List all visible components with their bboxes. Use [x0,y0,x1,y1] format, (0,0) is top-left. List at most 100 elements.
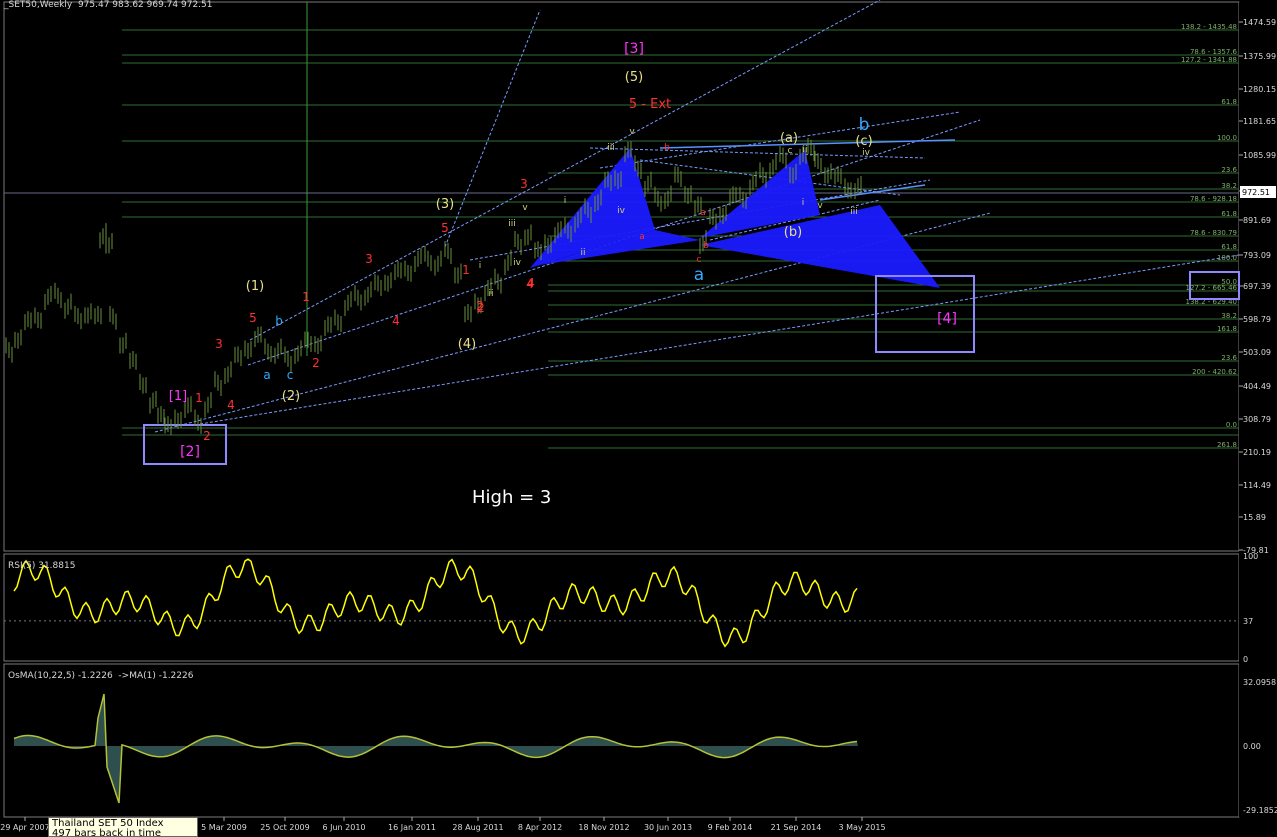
fib-level-label: 78.6 - 830.79 [1190,229,1237,237]
wave-label-small: a [700,208,706,218]
osma-histogram [14,694,858,803]
fib-level-label: 100.0 [1217,134,1237,142]
fib-level-label: 100.0 [1217,254,1237,262]
wave-label-yellow: (1) [246,279,264,294]
y-axis-tick-label: 210.19 [1243,448,1271,457]
wave-label-cyan: b [859,115,870,135]
wave-label-small: i [802,198,805,208]
current-price-label: 972.51 [1242,188,1270,197]
fib-level-label: 127.2 - 1341.88 [1181,56,1237,64]
x-axis-tick-label: 29 Apr 2007 [0,823,49,832]
fib-level-label: 61.8 [1221,98,1237,106]
wave-label-red: 5 [249,311,257,325]
wave-label-small: v [522,203,528,213]
wave-label-small: ii [802,145,807,155]
trend-line [199,254,1240,425]
x-axis-tick-label: 18 Nov 2012 [578,823,629,832]
chart-canvas[interactable]: 1474.59 1375.99 1280.15 1181.65 1085.99 972.5… [0,0,1277,834]
fib-level-label: 200 - 420.62 [1192,368,1237,376]
wave-label-small: iv [617,206,626,216]
wave-label-red: 1 [195,391,203,405]
wave-label-small: iii [508,219,516,229]
price-bars [5,138,862,436]
fib-level-label: 138.2 - 1435.48 [1181,23,1237,31]
x-axis-tick-label: 30 Jun 2013 [644,823,692,832]
fib-level-label: 78.6 - 1357.6 [1190,48,1238,56]
wave-label-cyan: b [275,314,283,328]
wave-label-yellow: (a) [780,131,798,146]
wave-label-small: ii [580,248,585,258]
wave-label-small: v [629,127,635,137]
fib-level-label: 261.8 [1217,441,1237,449]
wave-label-yellow: (4) [458,337,476,352]
wave-label-yellow: (5) [625,70,643,85]
trend-line [589,147,926,159]
wave-label-small: i [479,261,482,271]
wave-label-red: 2 [312,356,320,370]
wave-label-small: i [564,196,567,206]
wave-label-red: 5 [441,221,449,235]
osma-axis-label: 32.0958 [1243,678,1276,687]
wave-label-small: iv [862,148,871,158]
fib-level-label: 38.2 [1221,312,1237,320]
y-axis-tick-label: 1085.99 [1243,151,1276,160]
fib-level-label: 127.2 - 665.46 [1185,284,1237,292]
osma-axis-label: 0.00 [1243,742,1261,751]
x-axis-tick-label: 21 Sep 2014 [771,823,822,832]
rsi-axis-label: 0 [1243,655,1248,664]
wave-label-yellow: (2) [282,389,300,404]
y-axis-tick-label: 503.09 [1243,348,1271,357]
x-axis-tick-label: 16 Jan 2011 [388,823,436,832]
wave-label-red: 3 [215,337,223,351]
x-axis-tick-label: 25 Oct 2009 [260,823,309,832]
wave-label-small: a [639,232,645,242]
wave-label-small: b [664,143,670,153]
y-axis-tick-label: 598.79 [1243,315,1271,324]
wave-label-magenta: [3] [624,41,644,57]
y-axis-tick-label: 1375.99 [1243,52,1276,61]
wave-label-cyan: a [694,265,704,285]
x-axis-tick-label: 9 Feb 2014 [708,823,753,832]
y-axis-tick-label: 891.69 [1243,216,1271,225]
wave-label-red: 1 [462,263,470,277]
wave-label-yellow: (c) [855,134,872,149]
x-axis-tick-label: 6 Jun 2010 [322,823,365,832]
fib-level-label: 23.6 [1221,166,1237,174]
wave-label-red: 2 [203,429,211,443]
chart-annotation: High = 3 [472,487,551,508]
osma-axis-label: -29.1852 [1243,806,1277,815]
x-axis-tick-label: 28 Aug 2011 [452,823,503,832]
wave-label-red: 2 [476,299,484,313]
x-axis-tick-label: 5 Mar 2009 [201,823,247,832]
price-tooltip: Thailand SET 50 Index 497 bars back in t… [48,817,198,837]
fib-level-label: 61.8 [1221,243,1237,251]
wave-label-red: 3 [520,177,528,191]
wave-label-small: b [703,241,709,251]
main-pane-frame [3,1,1240,552]
fib-level-label: 23.6 [1221,354,1237,362]
ohlc-readout: 975.47 983.62 969.74 972.51 [77,0,213,10]
wave-label-small: ii [488,289,493,299]
wave-label-red: 4 [227,398,235,412]
y-axis-tick-label: 793.09 [1243,251,1271,260]
wave-label-yellow: (b) [784,225,802,240]
x-axis-tick-label: 3 May 2015 [838,823,885,832]
wave-label-magenta: [2] [180,444,200,460]
osma-pane-frame [3,663,1240,818]
wave-label-red: 4 [392,314,400,328]
fib-level-label: 61.8 [1221,210,1237,218]
y-axis-tick-label: 1181.65 [1243,117,1276,126]
y-axis-tick-label: 308.79 [1243,415,1271,424]
y-axis-tick-label: 404.49 [1243,382,1271,391]
x-axis-tick-label: 8 Apr 2012 [518,823,562,832]
fib-level-label: 38.2 [1221,182,1237,190]
wave-label-magenta: [4] [937,311,957,327]
rsi-axis-label: 100 [1243,552,1258,561]
rsi-line [13,558,858,648]
wave-label-magenta: [1] [169,389,187,404]
osma-title: OsMA(10,22,5) -1.2226 ->MA(1) -1.2226 [8,671,194,681]
wave-label-small: iv [513,258,522,268]
rsi-pane-frame [3,553,1240,662]
wave-label-small: iii [607,143,615,153]
wave-label-small: v [817,201,823,211]
